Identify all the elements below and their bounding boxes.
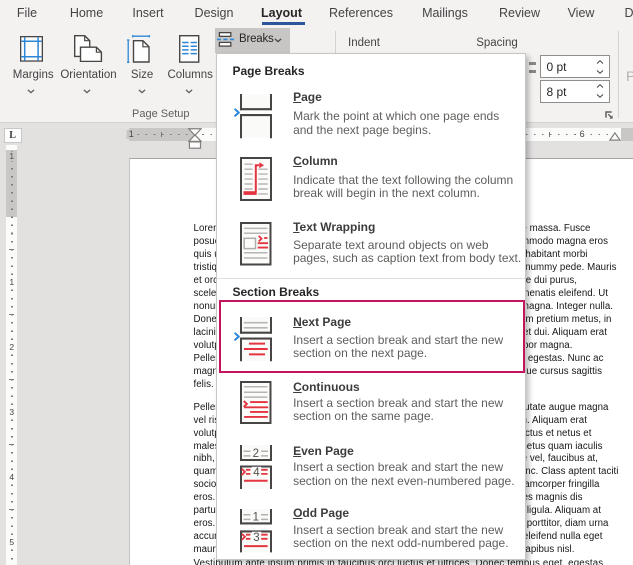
svg-text:1: 1 [253, 512, 259, 524]
svg-text:4: 4 [253, 467, 260, 479]
svg-text:2: 2 [253, 448, 259, 460]
svg-text:3: 3 [253, 532, 259, 544]
